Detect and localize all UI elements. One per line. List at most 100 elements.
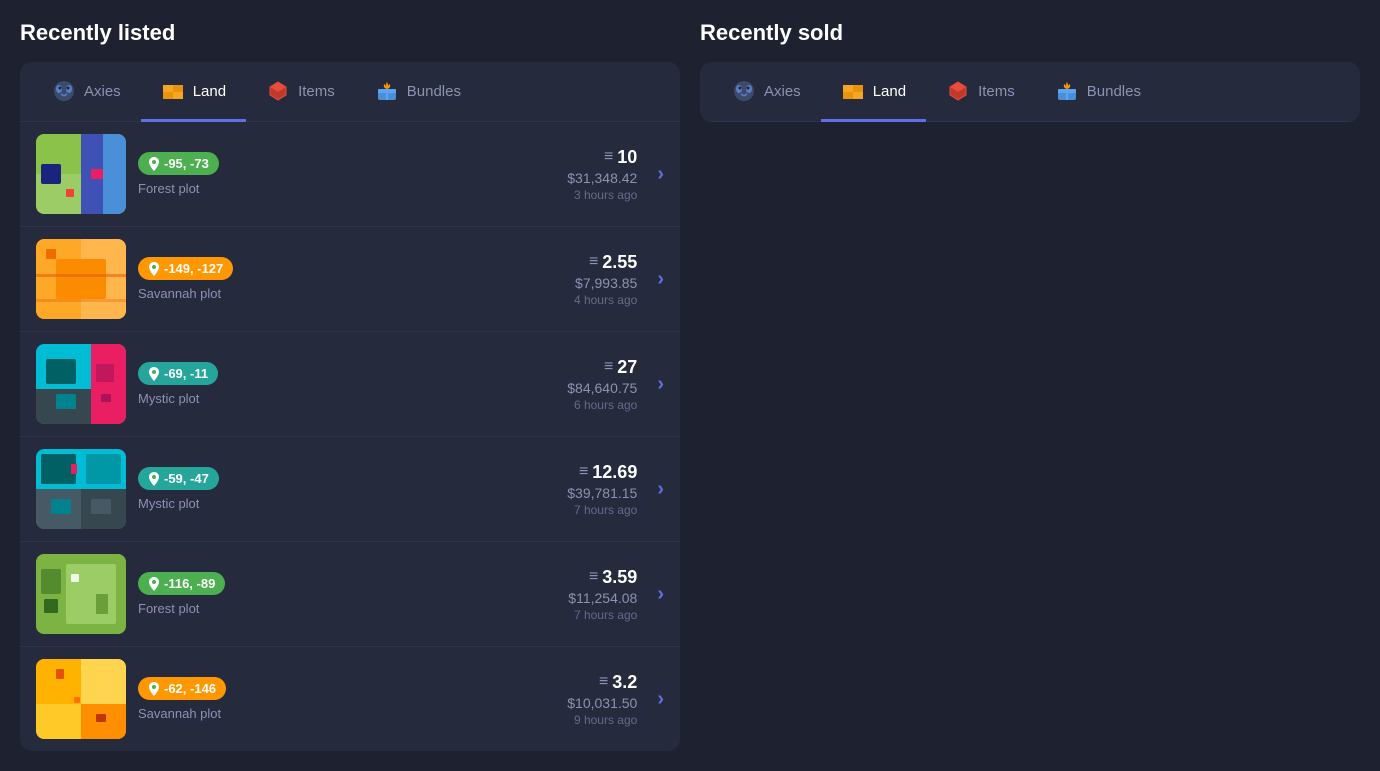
price-section: ≡ 2.55 $7,993.85 4 hours ago bbox=[507, 252, 637, 307]
land-type-label: Savannah plot bbox=[138, 706, 495, 721]
recently-sold-card: Axies Land bbox=[700, 62, 1360, 122]
usd-price: $10,031.50 bbox=[567, 695, 637, 711]
land-type-label: Savannah plot bbox=[138, 286, 495, 301]
coordinates: -116, -89 bbox=[164, 576, 215, 591]
price-section: ≡ 12.69 $39,781.15 7 hours ago bbox=[507, 462, 637, 517]
eth-price: ≡ 12.69 bbox=[579, 462, 637, 483]
pin-icon bbox=[148, 682, 160, 696]
tab-bundles-sold[interactable]: Bundles bbox=[1035, 63, 1161, 122]
tab-land-sold[interactable]: Land bbox=[821, 63, 926, 122]
eth-value: 12.69 bbox=[592, 462, 637, 483]
recently-sold-title: Recently sold bbox=[700, 20, 1360, 46]
chevron-right-icon[interactable]: › bbox=[657, 268, 664, 291]
land-sold-icon bbox=[841, 79, 865, 103]
land-type-label: Forest plot bbox=[138, 601, 495, 616]
land-info: -149, -127 Savannah plot bbox=[138, 257, 495, 301]
eth-price: ≡ 2.55 bbox=[589, 252, 637, 273]
bundles-sold-icon bbox=[1055, 79, 1079, 103]
recently-listed-panel: Recently listed Axies bbox=[20, 20, 680, 751]
location-badge: -59, -47 bbox=[138, 467, 219, 490]
location-badge: -69, -11 bbox=[138, 362, 218, 385]
location-badge: -116, -89 bbox=[138, 572, 225, 595]
eth-price: ≡ 27 bbox=[604, 357, 637, 378]
recently-sold-panel: Recently sold Axies bbox=[700, 20, 1360, 751]
land-info: -69, -11Mystic plot bbox=[138, 362, 495, 406]
chevron-right-icon[interactable]: › bbox=[657, 163, 664, 186]
chevron-right-icon[interactable]: › bbox=[657, 583, 664, 606]
usd-price: $31,348.42 bbox=[567, 170, 637, 186]
time-ago: 9 hours ago bbox=[574, 713, 637, 727]
listing-item[interactable]: -59, -47 Mystic plot ≡ 12.69 $39,781.15 7 ho… bbox=[20, 437, 680, 542]
tab-items-sold-label: Items bbox=[978, 83, 1015, 100]
eth-value: 2.55 bbox=[602, 252, 637, 273]
chevron-right-icon[interactable]: › bbox=[657, 478, 664, 501]
time-ago: 4 hours ago bbox=[574, 293, 637, 307]
land-type-label: Forest plot bbox=[138, 181, 495, 196]
usd-price: $11,254.08 bbox=[568, 590, 637, 606]
listing-item[interactable]: -149, -127 Savannah plot ≡ 2.55 $7,993.85 4 … bbox=[20, 227, 680, 332]
time-ago: 7 hours ago bbox=[574, 608, 637, 622]
listing-item[interactable]: -116, -89 Forest plot ≡ 3.59 $11,254.08 7 ho… bbox=[20, 542, 680, 647]
eth-value: 27 bbox=[617, 357, 637, 378]
listing-item[interactable]: -62, -146 Savannah plot ≡ 3.2 $10,031.50 9 h… bbox=[20, 647, 680, 751]
location-badge: -95, -73 bbox=[138, 152, 219, 175]
chevron-right-icon[interactable]: › bbox=[657, 373, 664, 396]
eth-symbol: ≡ bbox=[589, 568, 598, 586]
land-thumbnail bbox=[36, 449, 126, 529]
tab-items-listed[interactable]: Items bbox=[246, 63, 355, 122]
coordinates: -149, -127 bbox=[164, 261, 223, 276]
eth-value: 3.59 bbox=[602, 567, 637, 588]
recently-listed-card: Axies Land bbox=[20, 62, 680, 751]
land-type-label: Mystic plot bbox=[138, 496, 495, 511]
usd-price: $39,781.15 bbox=[567, 485, 637, 501]
items-sold-icon bbox=[946, 79, 970, 103]
pin-icon bbox=[148, 157, 160, 171]
time-ago: 3 hours ago bbox=[574, 188, 637, 202]
tab-axies-listed[interactable]: Axies bbox=[32, 63, 141, 122]
listing-item[interactable]: -69, -11Mystic plot ≡ 27$84,640.756 hours… bbox=[20, 332, 680, 437]
time-ago: 6 hours ago bbox=[574, 398, 637, 412]
time-ago: 7 hours ago bbox=[574, 503, 637, 517]
eth-symbol: ≡ bbox=[589, 253, 598, 271]
axies-icon bbox=[52, 79, 76, 103]
pin-icon bbox=[148, 472, 160, 486]
land-info: -116, -89 Forest plot bbox=[138, 572, 495, 616]
land-info: -95, -73 Forest plot bbox=[138, 152, 495, 196]
price-section: ≡ 10$31,348.423 hours ago bbox=[507, 147, 637, 202]
listing-item[interactable]: -95, -73Forest plot≡ 10$31,348.423 hours… bbox=[20, 122, 680, 227]
price-section: ≡ 3.2 $10,031.50 9 hours ago bbox=[507, 672, 637, 727]
land-thumbnail bbox=[36, 554, 126, 634]
land-thumbnail bbox=[36, 344, 126, 424]
eth-value: 3.2 bbox=[612, 672, 637, 693]
tab-axies-sold-label: Axies bbox=[764, 83, 801, 100]
pin-icon bbox=[148, 577, 160, 591]
chevron-right-icon[interactable]: › bbox=[657, 688, 664, 711]
tab-items-label: Items bbox=[298, 83, 335, 100]
eth-symbol: ≡ bbox=[604, 148, 613, 166]
tab-land-sold-label: Land bbox=[873, 83, 906, 100]
land-info: -62, -146 Savannah plot bbox=[138, 677, 495, 721]
pin-icon bbox=[148, 367, 160, 381]
land-thumbnail bbox=[36, 239, 126, 319]
tab-land-label: Land bbox=[193, 83, 226, 100]
tab-bundles-sold-label: Bundles bbox=[1087, 83, 1141, 100]
usd-price: $7,993.85 bbox=[575, 275, 637, 291]
location-badge: -62, -146 bbox=[138, 677, 226, 700]
tab-land-listed[interactable]: Land bbox=[141, 63, 246, 122]
tab-items-sold[interactable]: Items bbox=[926, 63, 1035, 122]
tab-bundles-listed[interactable]: Bundles bbox=[355, 63, 481, 122]
coordinates: -62, -146 bbox=[164, 681, 216, 696]
tab-axies-sold[interactable]: Axies bbox=[712, 63, 821, 122]
tab-bundles-label: Bundles bbox=[407, 83, 461, 100]
eth-price: ≡ 3.2 bbox=[599, 672, 637, 693]
land-icon bbox=[161, 79, 185, 103]
land-thumbnail bbox=[36, 659, 126, 739]
price-section: ≡ 27$84,640.756 hours ago bbox=[507, 357, 637, 412]
axies-sold-icon bbox=[732, 79, 756, 103]
recently-listed-title: Recently listed bbox=[20, 20, 680, 46]
recently-sold-tabs: Axies Land bbox=[700, 62, 1360, 122]
bundles-icon bbox=[375, 79, 399, 103]
tab-axies-label: Axies bbox=[84, 83, 121, 100]
items-icon bbox=[266, 79, 290, 103]
pin-icon bbox=[148, 262, 160, 276]
